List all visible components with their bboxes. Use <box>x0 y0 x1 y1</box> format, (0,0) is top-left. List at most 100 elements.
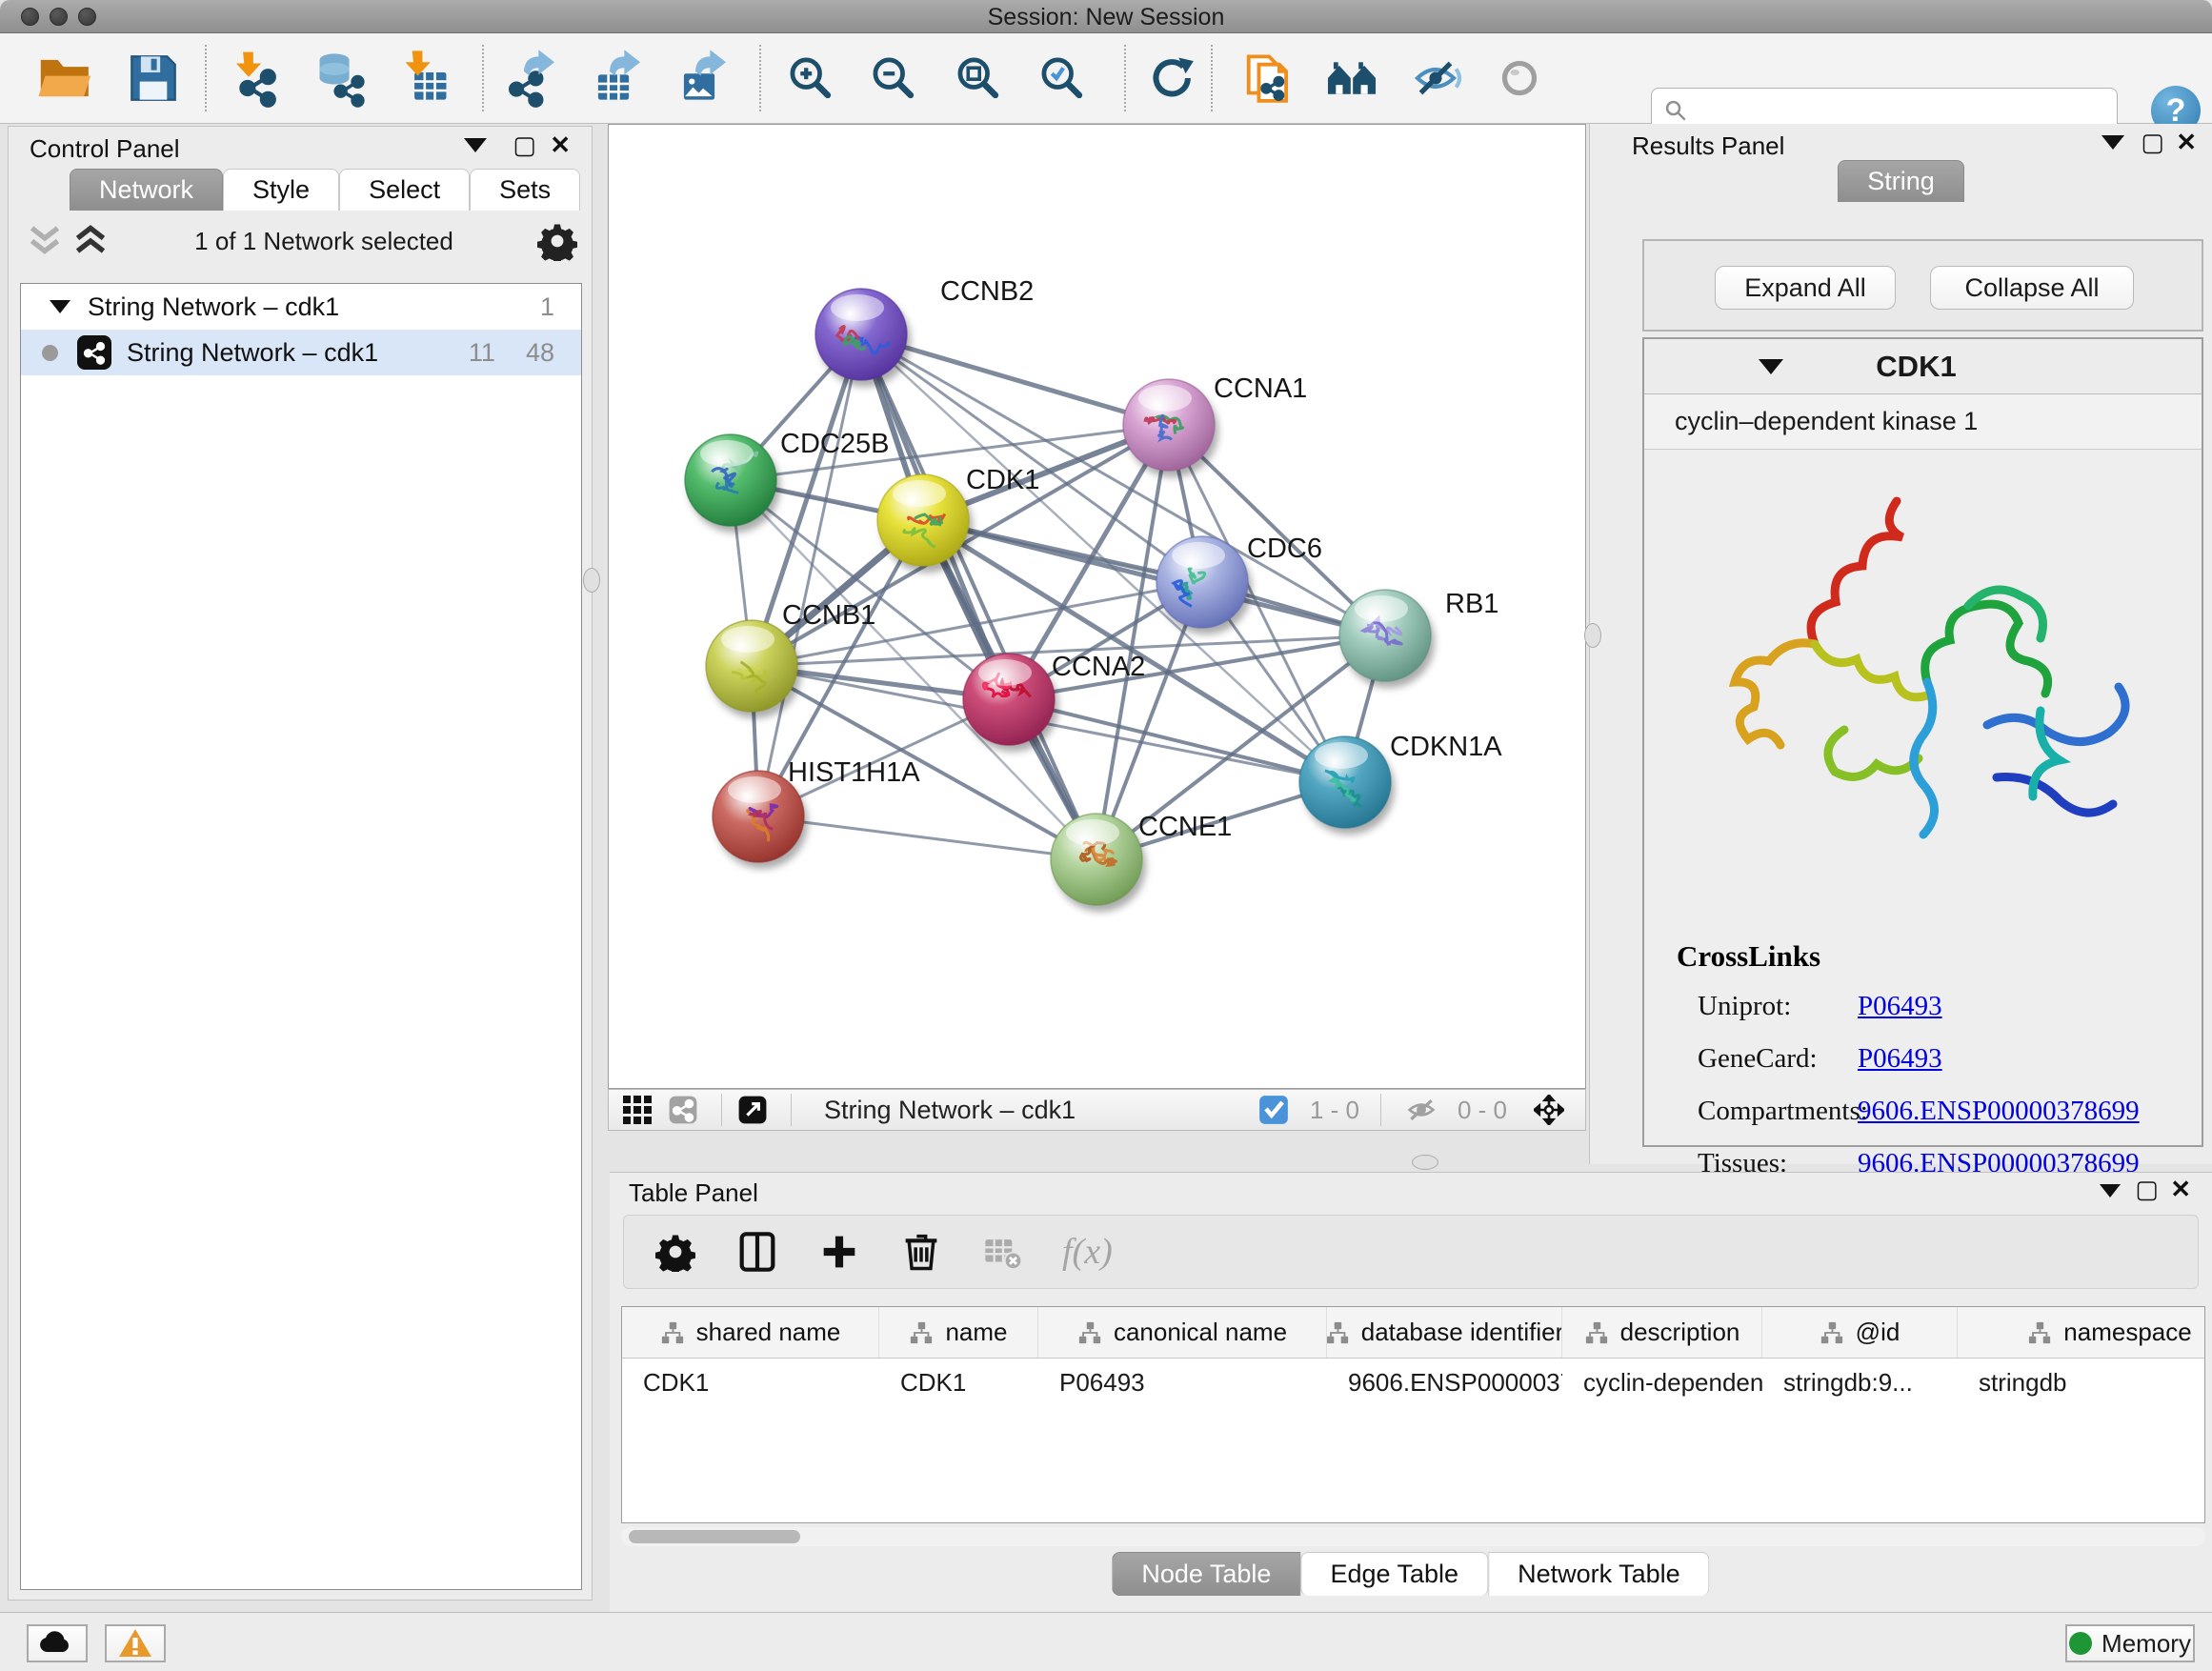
collapse-all-button[interactable]: Collapse All <box>1930 266 2134 310</box>
network-tree-row[interactable]: String Network – cdk11148 <box>21 330 581 375</box>
gear-icon[interactable] <box>534 218 580 264</box>
network-graph[interactable]: CCNB2CCNA1CDC25BCDK1CDC6RB1CCNB1CCNA2CDK… <box>609 125 1585 1088</box>
network-node[interactable] <box>877 474 969 566</box>
table-cell[interactable]: 9606.ENSP00000378699 <box>1327 1359 1562 1406</box>
memory-button[interactable]: Memory <box>2065 1624 2195 1662</box>
network-edge[interactable] <box>758 334 861 816</box>
panel-menu-icon[interactable] <box>2101 135 2124 150</box>
scrollbar-thumb[interactable] <box>629 1530 800 1543</box>
network-node[interactable] <box>815 289 907 380</box>
table-header-cell[interactable]: namespace <box>1958 1307 2205 1358</box>
tree-caret-icon[interactable] <box>50 300 70 313</box>
table-cell[interactable]: cyclin-dependent ... <box>1562 1359 1762 1406</box>
tab-string[interactable]: String <box>1838 160 1964 202</box>
horizontal-scrollbar[interactable] <box>621 1527 2205 1546</box>
table-tabs: Node TableEdge TableNetwork Table <box>1112 1552 1709 1596</box>
node-table[interactable]: shared namenamecanonical name database id… <box>621 1306 2205 1523</box>
share-view-icon[interactable] <box>664 1093 702 1127</box>
network-node[interactable] <box>706 620 797 712</box>
crosslink-link[interactable]: 9606.ENSP00000378699 <box>1858 1096 2140 1127</box>
network-edge[interactable] <box>758 816 1096 859</box>
gene-card-header[interactable]: CDK1 <box>1644 339 2202 394</box>
show-hide-icon[interactable] <box>1398 41 1473 115</box>
table-cell[interactable]: CDK1 <box>879 1359 1038 1406</box>
table-header-cell[interactable]: shared name <box>622 1307 879 1358</box>
refresh-layout-icon[interactable] <box>1134 41 1208 115</box>
network-edge[interactable] <box>861 334 1169 425</box>
float-panel-icon[interactable]: ▢ <box>513 132 536 157</box>
table-header-cell[interactable]: database identifier <box>1327 1307 1562 1358</box>
delete-column-icon[interactable] <box>898 1229 944 1275</box>
fit-content-icon[interactable] <box>1530 1093 1568 1127</box>
panel-menu-icon[interactable] <box>464 138 487 152</box>
network-node[interactable] <box>1123 379 1215 471</box>
table-header-cell[interactable]: @id <box>1762 1307 1958 1358</box>
network-tree-row[interactable]: String Network – cdk11 <box>21 284 581 330</box>
crosslink-link[interactable]: P06493 <box>1858 1043 1942 1075</box>
cloud-button[interactable] <box>27 1624 88 1662</box>
expand-all-icon[interactable] <box>68 218 113 264</box>
selected-checkbox-icon[interactable] <box>1255 1093 1293 1127</box>
table-header-cell[interactable]: description <box>1562 1307 1762 1358</box>
tab-network-table[interactable]: Network Table <box>1488 1552 1710 1596</box>
tab-select[interactable]: Select <box>339 169 470 211</box>
open-session-icon[interactable] <box>29 41 103 115</box>
network-node[interactable] <box>1339 590 1431 681</box>
expand-all-button[interactable]: Expand All <box>1715 266 1896 310</box>
overview-icon[interactable] <box>734 1093 772 1127</box>
crosslink-link[interactable]: P06493 <box>1858 991 1942 1022</box>
network-name: String Network – cdk1 <box>824 1096 1076 1125</box>
column-label: database identifier <box>1361 1318 1562 1347</box>
add-column-icon[interactable] <box>816 1229 862 1275</box>
network-node[interactable] <box>963 654 1055 745</box>
float-panel-icon[interactable]: ▢ <box>2135 1177 2159 1201</box>
export-table-icon[interactable] <box>579 41 654 115</box>
zoom-out-icon[interactable] <box>856 41 931 115</box>
export-image-icon[interactable] <box>665 41 739 115</box>
table-cell[interactable]: P06493 <box>1038 1359 1327 1406</box>
zoom-fit-icon[interactable] <box>941 41 1016 115</box>
collapse-caret-icon[interactable] <box>1759 359 1783 374</box>
zoom-selected-icon[interactable] <box>1025 41 1099 115</box>
import-table-icon[interactable] <box>389 41 463 115</box>
gear-icon[interactable] <box>653 1229 698 1275</box>
import-network-file-icon[interactable] <box>217 41 292 115</box>
network-node[interactable] <box>1156 536 1248 628</box>
table-header-cell[interactable]: name <box>879 1307 1038 1358</box>
float-panel-icon[interactable]: ▢ <box>2141 130 2164 154</box>
tab-style[interactable]: Style <box>223 169 339 211</box>
zoom-in-icon[interactable] <box>774 41 848 115</box>
columns-icon[interactable] <box>734 1229 780 1275</box>
table-cell[interactable]: stringdb:9... <box>1762 1359 1958 1406</box>
bottom-splitter-handle[interactable] <box>1412 1155 1438 1170</box>
hidden-eye-icon[interactable] <box>1402 1093 1440 1127</box>
table-row[interactable]: CDK1CDK1P064939606.ENSP00000378699cyclin… <box>622 1359 2204 1406</box>
table-header-cell[interactable]: canonical name <box>1038 1307 1327 1358</box>
tab-network[interactable]: Network <box>70 169 223 211</box>
tab-node-table[interactable]: Node Table <box>1112 1552 1300 1596</box>
table-cell[interactable]: CDK1 <box>622 1359 879 1406</box>
left-splitter-handle[interactable] <box>583 568 600 593</box>
right-splitter-handle[interactable] <box>1584 623 1601 648</box>
close-panel-icon[interactable]: ✕ <box>2176 130 2197 154</box>
network-node[interactable] <box>1299 736 1391 828</box>
home-icon[interactable] <box>1315 41 1389 115</box>
save-session-icon[interactable] <box>116 41 191 115</box>
network-canvas[interactable]: CCNB2CCNA1CDC25BCDK1CDC6RB1CCNB1CCNA2CDK… <box>608 124 1586 1089</box>
warning-button[interactable] <box>105 1624 166 1662</box>
import-network-database-icon[interactable] <box>303 41 377 115</box>
grid-view-icon[interactable] <box>618 1093 656 1127</box>
search-input[interactable] <box>1696 97 2105 124</box>
collapse-all-icon[interactable] <box>22 218 68 264</box>
tab-sets[interactable]: Sets <box>470 169 580 211</box>
table-cell[interactable]: stringdb <box>1958 1359 2205 1406</box>
close-panel-icon[interactable]: ✕ <box>2170 1177 2191 1201</box>
tab-edge-table[interactable]: Edge Table <box>1300 1552 1488 1596</box>
network-node[interactable] <box>1051 814 1142 905</box>
network-node[interactable] <box>685 434 776 526</box>
export-network-icon[interactable] <box>493 41 568 115</box>
memory-status-icon <box>2069 1632 2092 1655</box>
first-neighbors-icon[interactable] <box>1231 41 1305 115</box>
panel-menu-icon[interactable] <box>2100 1184 2121 1198</box>
close-panel-icon[interactable]: ✕ <box>550 132 571 157</box>
